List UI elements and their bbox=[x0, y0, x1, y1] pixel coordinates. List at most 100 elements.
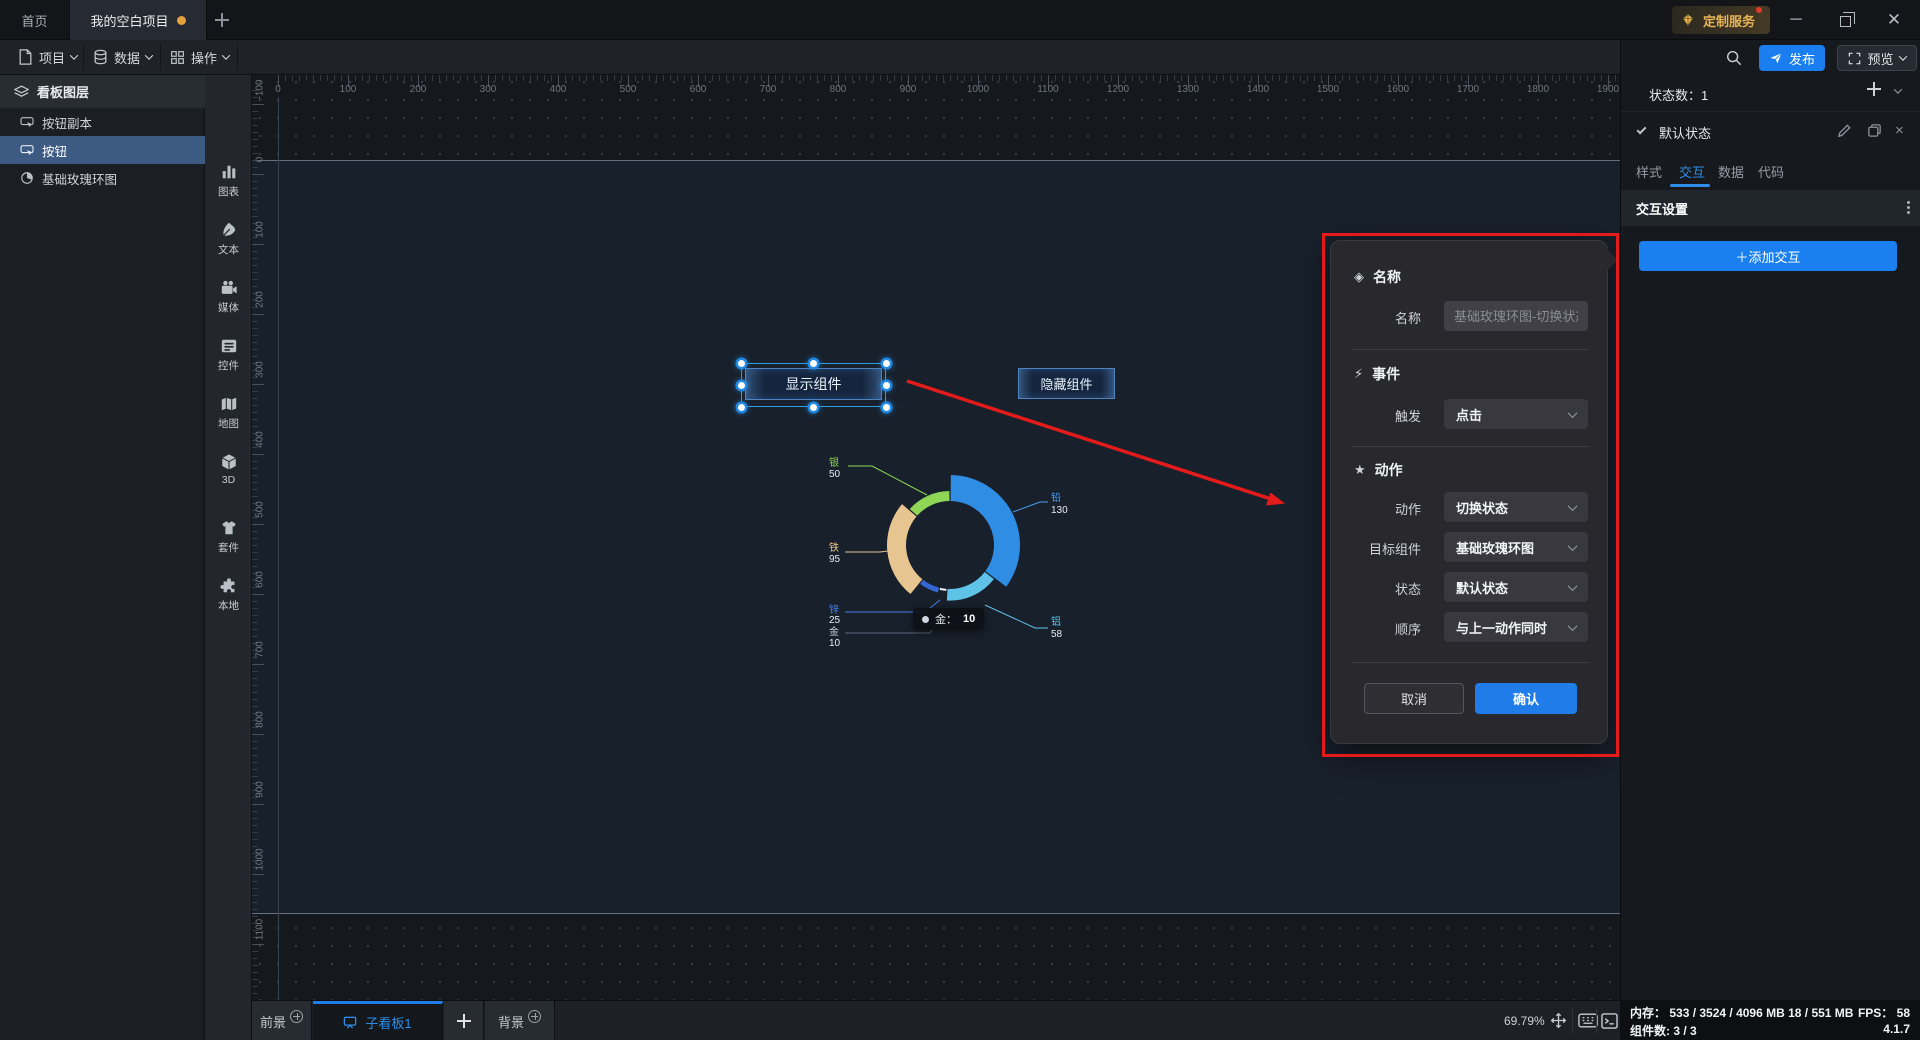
rose-slice-金[interactable] bbox=[939, 587, 947, 591]
search-icon[interactable] bbox=[1725, 49, 1743, 67]
component-charts[interactable]: 图表 bbox=[205, 163, 252, 209]
layer-item-button[interactable]: 按钮 bbox=[0, 136, 205, 164]
menu-operate[interactable]: 操作 bbox=[170, 40, 231, 74]
window-minimize-button[interactable]: ─ bbox=[1782, 8, 1810, 32]
ruler-label: 500 bbox=[254, 501, 266, 518]
state-name: 默认状态 bbox=[1659, 126, 1712, 141]
tab-code[interactable]: 代码 bbox=[1758, 162, 1784, 181]
notification-dot-icon bbox=[1756, 6, 1763, 13]
layer-item-button-copy[interactable]: 按钮副本 bbox=[0, 108, 205, 136]
ruler-label: 400 bbox=[254, 431, 266, 448]
tab-interaction[interactable]: 交互 bbox=[1679, 162, 1705, 181]
edit-pencil-icon[interactable] bbox=[1837, 123, 1852, 138]
background-tab[interactable]: 背景 bbox=[485, 1001, 555, 1040]
hide-component-button[interactable]: 隐藏组件 bbox=[1018, 368, 1115, 399]
chart-label-value: 58 bbox=[1051, 629, 1063, 640]
component-map[interactable]: 地图 bbox=[205, 395, 252, 441]
menu-project-label: 项目 bbox=[39, 50, 66, 66]
selection-handle[interactable] bbox=[810, 359, 817, 367]
terminal-icon[interactable] bbox=[1601, 1013, 1618, 1029]
text-pen-icon bbox=[222, 222, 235, 236]
delete-state-icon[interactable]: × bbox=[1895, 122, 1904, 139]
ruler-label: 1300 bbox=[1176, 84, 1200, 95]
chart-label-name: 金 bbox=[829, 625, 839, 638]
window-close-button[interactable]: ✕ bbox=[1880, 8, 1908, 32]
keyboard-icon[interactable] bbox=[1578, 1013, 1598, 1028]
database-icon bbox=[94, 49, 107, 65]
component-controls[interactable]: 控件 bbox=[205, 337, 252, 383]
more-options-icon[interactable] bbox=[1907, 201, 1910, 214]
ruler-label: 100 bbox=[339, 84, 357, 95]
tshirt-icon bbox=[221, 521, 236, 535]
selection-handle[interactable] bbox=[882, 359, 890, 367]
tab-home-label: 首页 bbox=[21, 13, 48, 29]
component-text[interactable]: 文本 bbox=[205, 221, 252, 267]
preview-button[interactable]: 预览 bbox=[1837, 45, 1917, 71]
add-interaction-button[interactable]: ＋添加交互 bbox=[1639, 241, 1897, 271]
zoom-level[interactable]: 69.79% bbox=[1504, 1014, 1545, 1028]
foreground-tab[interactable]: 前景 bbox=[252, 1001, 312, 1040]
tab-style[interactable]: 样式 bbox=[1636, 162, 1662, 181]
component-label: 文本 bbox=[218, 244, 239, 256]
collapse-states-chevron-icon[interactable] bbox=[1893, 85, 1903, 94]
component-label: 套件 bbox=[218, 542, 239, 554]
interaction-settings-header: 交互设置 bbox=[1621, 190, 1920, 226]
ruler-label: -100 bbox=[254, 79, 266, 100]
custom-service-badge[interactable]: 定制服务 bbox=[1672, 6, 1770, 34]
rose-slice-铁[interactable] bbox=[887, 504, 923, 595]
ruler-label: 800 bbox=[254, 711, 266, 728]
ruler-label: 400 bbox=[549, 84, 567, 95]
menu-project[interactable]: 项目 bbox=[18, 40, 79, 74]
add-board-button[interactable] bbox=[444, 1001, 484, 1040]
new-tab-button[interactable] bbox=[214, 12, 230, 28]
ruler-label: 100 bbox=[254, 221, 266, 238]
window-restore-button[interactable] bbox=[1831, 8, 1859, 32]
component-local[interactable]: 本地 bbox=[205, 577, 252, 623]
component-media[interactable]: 媒体 bbox=[205, 279, 252, 325]
layer-item-label: 按钮副本 bbox=[42, 116, 93, 131]
right-panel: 发布 预览 状态数：1 默认状态 × 样式 交互 数据 代码 交互设置 ＋添加交… bbox=[1620, 40, 1920, 1000]
tab-data[interactable]: 数据 bbox=[1718, 162, 1744, 181]
selection-handle[interactable] bbox=[737, 381, 745, 389]
default-state-row[interactable]: 默认状态 × bbox=[1621, 112, 1920, 152]
divider bbox=[1572, 1009, 1573, 1033]
selection-handle[interactable] bbox=[737, 403, 745, 411]
publish-button[interactable]: 发布 bbox=[1759, 45, 1825, 71]
ruler-label: 1000 bbox=[966, 84, 990, 95]
preview-label: 预览 bbox=[1867, 51, 1894, 67]
selection-handle[interactable] bbox=[882, 381, 890, 389]
puzzle-icon bbox=[219, 578, 234, 593]
selection-handle[interactable] bbox=[737, 359, 745, 367]
grid-icon bbox=[171, 50, 184, 64]
layer-item-label: 基础玫瑰环图 bbox=[42, 172, 118, 187]
ruler-label: 1600 bbox=[1386, 84, 1410, 95]
rose-chart-svg[interactable]: 铅130铝58金10锌25铁95银50 bbox=[790, 415, 1110, 680]
selection-handle[interactable] bbox=[810, 403, 817, 411]
component-kit[interactable]: 套件 bbox=[205, 519, 252, 565]
add-state-button[interactable] bbox=[1866, 81, 1884, 99]
copy-icon[interactable] bbox=[1867, 123, 1882, 138]
rose-slice-铝[interactable] bbox=[946, 572, 994, 601]
board-tab-label: 子看板1 bbox=[365, 1016, 412, 1031]
selection-handle[interactable] bbox=[882, 403, 890, 411]
check-icon bbox=[1636, 124, 1647, 135]
ruler-label: 1700 bbox=[1456, 84, 1480, 95]
fit-screen-icon[interactable] bbox=[1550, 1012, 1567, 1029]
add-foreground-icon[interactable] bbox=[290, 1009, 303, 1023]
add-background-icon[interactable] bbox=[528, 1009, 541, 1023]
chevron-down-icon bbox=[1898, 52, 1907, 61]
board-tab-active[interactable]: 子看板1 bbox=[313, 1001, 443, 1040]
selection-outline[interactable] bbox=[741, 363, 886, 407]
component-3d[interactable]: 3D bbox=[205, 453, 252, 499]
rose-slice-银[interactable] bbox=[909, 491, 950, 516]
ruler-label: 900 bbox=[254, 781, 266, 798]
tab-home[interactable]: 首页 bbox=[0, 0, 70, 40]
rose-slice-铅[interactable] bbox=[950, 475, 1020, 587]
layers-panel-title: 看板图层 bbox=[37, 85, 90, 100]
layer-item-rose-chart[interactable]: 基础玫瑰环图 bbox=[0, 164, 205, 192]
design-canvas[interactable]: 0 100 200 300 400 500 600 700 800 900 1000 1100 1200… bbox=[252, 75, 1620, 1000]
rose-slice-锌[interactable] bbox=[920, 579, 940, 593]
interaction-settings-title: 交互设置 bbox=[1636, 201, 1689, 217]
tab-project[interactable]: 我的空白项目 bbox=[70, 0, 207, 40]
menu-data[interactable]: 数据 bbox=[93, 40, 154, 74]
